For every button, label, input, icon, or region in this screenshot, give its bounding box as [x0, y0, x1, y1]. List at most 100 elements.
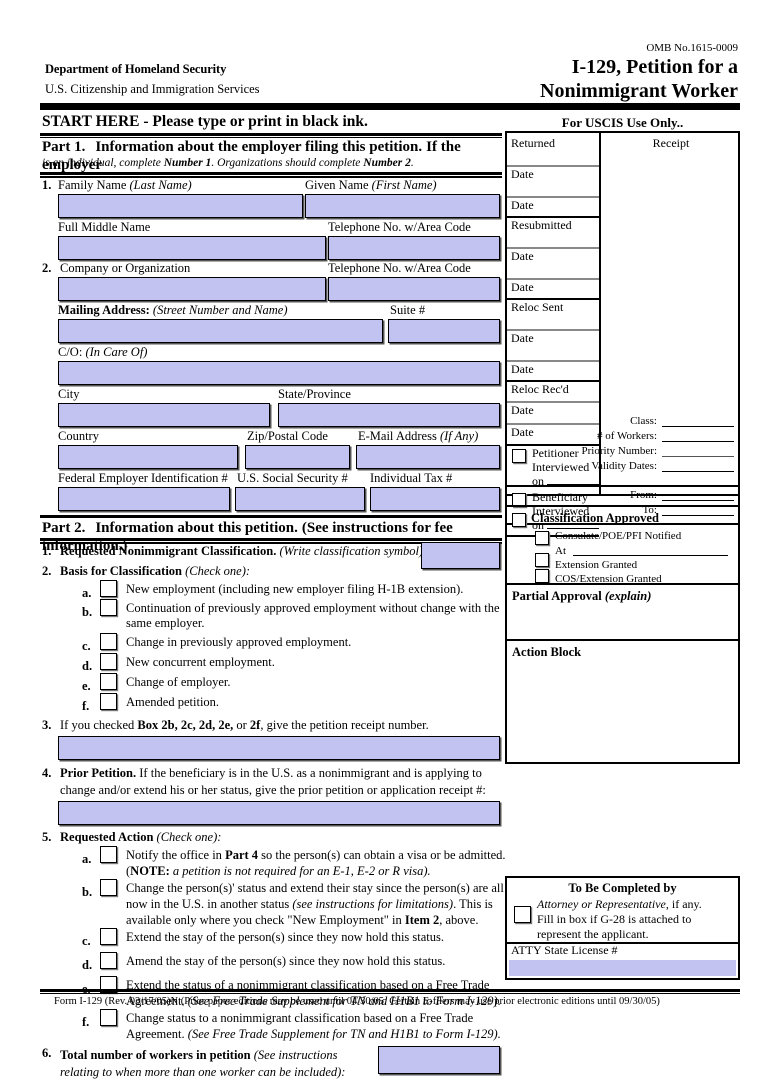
field-mailing-address[interactable]: [58, 319, 383, 343]
label-mailing-address: Mailing Address: (Street Number and Name…: [58, 303, 288, 317]
label-given-name-text: Given Name: [305, 178, 369, 192]
label-requested-classification-text: Requested Nonimmigrant Classification.: [60, 544, 277, 558]
label-action-b-l2b: (see instructions for limitations): [292, 897, 454, 911]
part2-item1-number: 1.: [42, 544, 52, 558]
label-consulate-notified: Consulate/POE/PFI Notified: [555, 530, 682, 542]
checkbox-basis-a[interactable]: [100, 580, 117, 597]
label-requested-action: Requested Action (Check one):: [60, 830, 221, 844]
action-letter-d: d.: [82, 958, 93, 972]
checkbox-action-a[interactable]: [100, 846, 117, 863]
checkbox-basis-d[interactable]: [100, 653, 117, 670]
label-num-workers: # of Workers:: [596, 430, 657, 442]
label-action-f-line1: Change status to a nonimmigrant classifi…: [126, 1011, 474, 1025]
workers-value-line[interactable]: [662, 441, 734, 442]
part1-subinstruction: is an individual, complete Number 1. Org…: [42, 157, 502, 170]
label-action-b-l2c: . This is: [453, 897, 493, 911]
from-value-line[interactable]: [662, 500, 734, 501]
checkbox-basis-c[interactable]: [100, 633, 117, 650]
field-email[interactable]: [356, 445, 500, 469]
checkbox-action-c[interactable]: [100, 928, 117, 945]
label-attorney-rest: , if any.: [665, 897, 702, 911]
form-title-line1: I-129, Petition for a: [571, 56, 738, 78]
field-ssn[interactable]: [235, 487, 365, 511]
label-zip: Zip/Postal Code: [247, 429, 328, 443]
field-state-province[interactable]: [278, 403, 500, 427]
label-attorney-line1: Attorney or Representative, if any.: [537, 898, 702, 911]
basis-letter-b: b.: [82, 605, 93, 619]
at-value-line[interactable]: [573, 555, 728, 556]
label-action-b-line1: Change the person(s)' status and extend …: [126, 881, 504, 895]
field-given-name[interactable]: [305, 194, 500, 218]
field-family-name[interactable]: [58, 194, 303, 218]
field-petition-receipt-number[interactable]: [58, 736, 500, 760]
label-action-a-l1c: so the person(s) can obtain a visa or be…: [258, 848, 506, 862]
label-partial-approval-italic: (explain): [604, 589, 652, 603]
field-zip[interactable]: [245, 445, 350, 469]
field-company[interactable]: [58, 277, 326, 301]
label-action-b-line2: now in the U.S. in another status (see i…: [126, 897, 493, 911]
field-country[interactable]: [58, 445, 238, 469]
label-validity-dates: Validity Dates:: [591, 460, 657, 472]
basis-letter-e: e.: [82, 679, 91, 693]
label-basis-d: New concurrent employment.: [126, 655, 275, 669]
action-letter-f: f.: [82, 1015, 90, 1029]
action-letter-c: c.: [82, 934, 91, 948]
checkbox-cos-extension-granted[interactable]: [535, 569, 549, 583]
checkbox-extension-granted[interactable]: [535, 553, 549, 567]
label-given-name: Given Name (First Name): [305, 178, 437, 192]
field-classification-symbol[interactable]: [421, 542, 500, 569]
priority-value-line[interactable]: [662, 456, 734, 457]
class-value-line[interactable]: [662, 426, 734, 427]
field-prior-petition-receipt[interactable]: [58, 801, 500, 825]
part1-item2-number: 2.: [42, 261, 52, 275]
start-here-instruction: START HERE - Please type or print in bla…: [42, 113, 368, 130]
field-atty-state-license[interactable]: [509, 960, 736, 976]
partial-approval-box[interactable]: Partial Approval (explain): [505, 583, 740, 641]
checkbox-basis-e[interactable]: [100, 673, 117, 690]
field-suite[interactable]: [388, 319, 500, 343]
checkbox-action-f[interactable]: [100, 1009, 117, 1026]
action-letter-b: b.: [82, 885, 93, 899]
label-total-workers-italic2: relating to when more than one worker ca…: [60, 1065, 346, 1079]
checkbox-attorney-g28[interactable]: [514, 906, 531, 923]
field-city[interactable]: [58, 403, 270, 427]
label-action-b-line3: available only where you check "New Empl…: [126, 913, 478, 927]
part1-sub-e: .: [410, 157, 414, 169]
label-total-workers: Total number of workers in petition: [60, 1048, 251, 1062]
uscis-returned-date-label: Date: [511, 167, 534, 181]
checkbox-consulate-notified[interactable]: [535, 531, 549, 545]
field-fein[interactable]: [58, 487, 230, 511]
label-total-workers-italic: (See instructions: [253, 1048, 338, 1062]
label-action-a-l1b: Part 4: [225, 848, 259, 862]
uscis-resub-date2-label: Date: [511, 280, 534, 294]
field-telephone-2[interactable]: [328, 277, 500, 301]
field-telephone-1[interactable]: [328, 236, 500, 260]
omb-number: OMB No.1615-0009: [646, 42, 738, 54]
part1-sub-a: is an individual, complete: [42, 157, 164, 169]
label-item3-mid: or: [233, 718, 250, 732]
checkbox-classification-approved[interactable]: [512, 513, 526, 527]
label-telephone-1: Telephone No. w/Area Code: [328, 220, 471, 234]
label-requested-classification-italic: (Write classification symbol):: [279, 544, 428, 558]
checkbox-action-d[interactable]: [100, 952, 117, 969]
field-middle-name[interactable]: [58, 236, 326, 260]
field-care-of[interactable]: [58, 361, 500, 385]
part1-item1-number: 1.: [42, 178, 52, 192]
action-block-box[interactable]: Action Block: [505, 639, 740, 764]
checkbox-action-b[interactable]: [100, 879, 117, 896]
checkbox-basis-f[interactable]: [100, 693, 117, 710]
basis-letter-d: d.: [82, 659, 93, 673]
label-basis-classification: Basis for Classification (Check one):: [60, 564, 250, 578]
label-extension-granted: Extension Granted: [555, 559, 638, 571]
field-total-workers[interactable]: [378, 1046, 500, 1074]
part1-top-rule: [40, 172, 502, 175]
label-family-name-text: Family Name: [58, 178, 127, 192]
label-basis-b: Continuation of previously approved empl…: [126, 601, 500, 630]
uscis-returned-label: Returned: [511, 136, 555, 150]
validity-value-line[interactable]: [662, 471, 734, 472]
uscis-relocsent-date-label: Date: [511, 331, 534, 345]
field-itin[interactable]: [370, 487, 500, 511]
label-basis-e: Change of employer.: [126, 675, 231, 689]
checkbox-basis-b[interactable]: [100, 599, 117, 616]
label-action-a-l1a: Notify the office in: [126, 848, 226, 862]
